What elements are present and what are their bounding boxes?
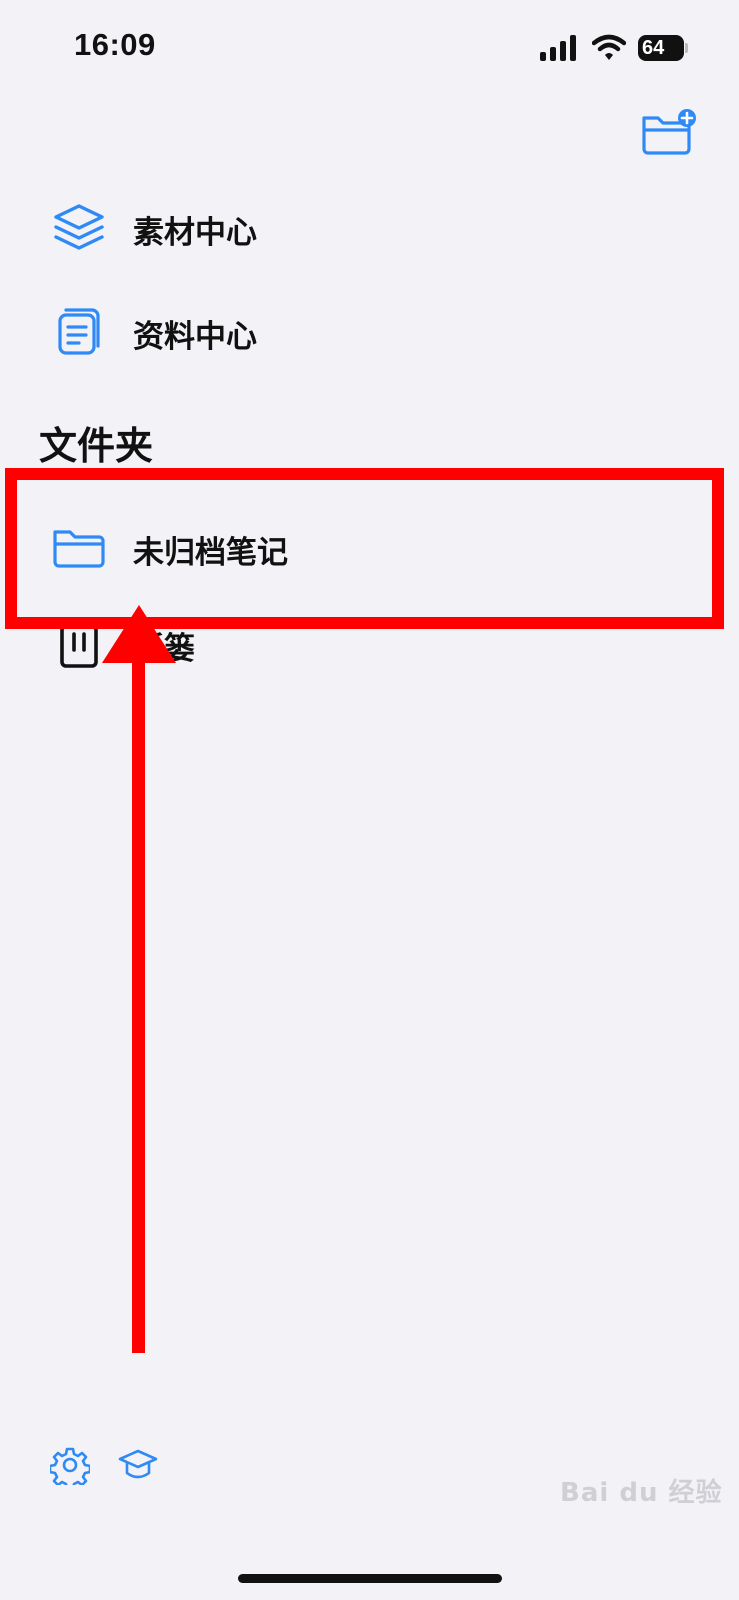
battery-nub: [685, 43, 688, 53]
layers-icon: [54, 204, 104, 250]
folder-icon: [53, 530, 105, 568]
new-folder-icon[interactable]: [640, 108, 698, 156]
graduation-cap-icon[interactable]: [118, 1445, 158, 1485]
watermark: Bai du 经验: [560, 1478, 723, 1508]
document-icon: [58, 308, 100, 355]
status-bar: 16:09 64: [0, 0, 739, 100]
status-time: 16:09: [74, 27, 156, 62]
trash-icon: [60, 624, 98, 668]
annotation-arrow-head: [102, 605, 176, 663]
nav-item-resources[interactable]: 资料中心: [0, 290, 739, 370]
nav-item-label: 资料中心: [133, 319, 257, 355]
nav-item-materials[interactable]: 素材中心: [0, 186, 739, 266]
cellular-signal-icon: [540, 35, 578, 61]
folder-item-unarchived[interactable]: 未归档笔记: [0, 506, 739, 586]
folders-section-title: 文件夹: [39, 424, 154, 468]
wifi-icon: [592, 34, 626, 60]
nav-item-label: 素材中心: [133, 215, 257, 251]
home-indicator[interactable]: [238, 1574, 502, 1583]
folder-item-label: 未归档笔记: [133, 535, 288, 571]
annotation-arrow-shaft: [132, 660, 145, 1353]
gear-icon[interactable]: [50, 1445, 90, 1485]
battery-indicator: 64: [638, 35, 684, 61]
